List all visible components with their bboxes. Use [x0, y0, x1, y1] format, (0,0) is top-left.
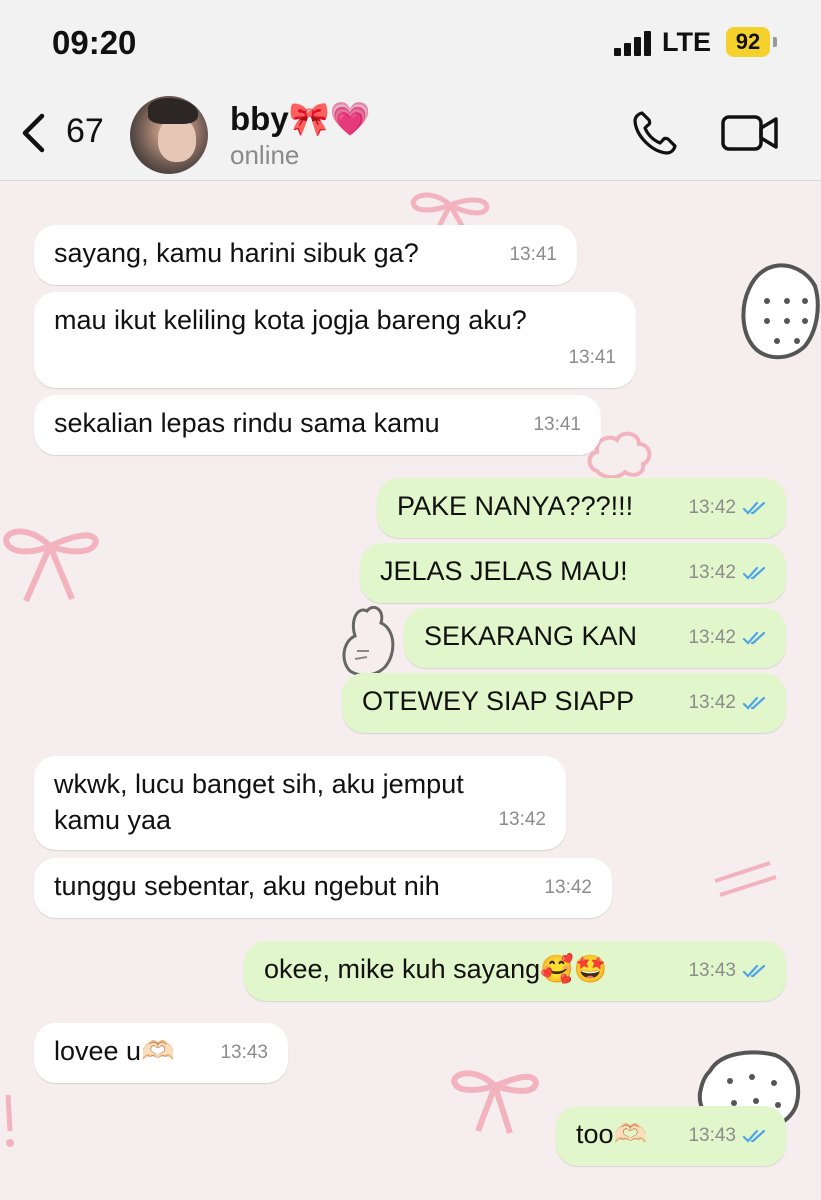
contact-name[interactable]: bby🎀💗 [230, 100, 371, 139]
message-text: lovee u🫶🏻 [54, 1036, 175, 1066]
status-time: 09:20 [52, 24, 137, 61]
contact-status: online [230, 140, 300, 170]
message-text: sayang, kamu harini sibuk ga? [54, 238, 419, 268]
message-time: 13:42 [688, 692, 736, 713]
double-check-icon [742, 696, 766, 710]
double-check-icon [742, 501, 766, 515]
star-decoration-icon [5, 1094, 14, 1147]
message-text: tunggu sebentar, aku ngebut nih [54, 871, 440, 901]
message-outgoing[interactable]: too🫶🏻 13:43 [556, 1106, 786, 1166]
message-incoming[interactable]: wkwk, lucu banget sih, aku jemput kamu y… [34, 756, 566, 850]
message-text: sekalian lepas rindu sama kamu [54, 408, 440, 438]
message-time: 13:42 [544, 877, 592, 898]
message-time: 13:43 [688, 960, 736, 981]
message-incoming[interactable]: mau ikut keliling kota jogja bareng aku?… [34, 292, 636, 388]
message-time: 13:42 [688, 497, 736, 518]
message-incoming[interactable]: lovee u🫶🏻 13:43 [34, 1023, 288, 1083]
avatar[interactable] [130, 96, 208, 174]
message-time: 13:41 [509, 244, 557, 265]
battery-icon: 92 [726, 27, 770, 57]
message-outgoing[interactable]: PAKE NANYA???!!! 13:42 [377, 478, 786, 538]
message-text: mau ikut keliling kota jogja bareng aku? [54, 305, 527, 335]
message-time: 13:43 [220, 1042, 268, 1063]
battery-tip [773, 37, 777, 47]
message-text: SEKARANG KAN [424, 621, 638, 651]
message-outgoing[interactable]: JELAS JELAS MAU! 13:42 [360, 543, 786, 603]
message-time: 13:43 [688, 1125, 736, 1146]
chat-header: 67 bby🎀💗 online [0, 92, 821, 181]
video-camera-icon[interactable] [720, 112, 780, 154]
message-text-line: kamu yaa [54, 805, 172, 835]
cookie-decoration-icon [741, 263, 820, 360]
message-incoming[interactable]: sayang, kamu harini sibuk ga? 13:41 [34, 225, 577, 285]
message-text: okee, mike kuh sayang🥰🤩 [264, 954, 608, 984]
message-text: PAKE NANYA???!!! [397, 491, 634, 521]
message-incoming[interactable]: tunggu sebentar, aku ngebut nih 13:42 [34, 858, 612, 918]
bow-decoration-icon [2, 528, 100, 603]
message-text: JELAS JELAS MAU! [380, 556, 628, 586]
back-chevron-icon[interactable] [16, 110, 52, 156]
message-text: too🫶🏻 [576, 1119, 648, 1149]
message-outgoing[interactable]: okee, mike kuh sayang🥰🤩 13:43 [244, 941, 786, 1001]
message-time: 13:41 [568, 347, 616, 368]
double-check-icon [742, 1129, 766, 1143]
message-incoming[interactable]: sekalian lepas rindu sama kamu 13:41 [34, 395, 601, 455]
double-check-icon [742, 566, 766, 580]
message-text-line: wkwk, lucu banget sih, aku jemput [54, 769, 464, 799]
signal-icon [614, 30, 654, 56]
status-bar: 09:20 LTE 92 [0, 0, 821, 92]
message-time: 13:42 [688, 627, 736, 648]
bow-decoration-icon [450, 1070, 540, 1134]
double-check-icon [742, 631, 766, 645]
unread-count[interactable]: 67 [66, 112, 104, 151]
chat-area[interactable]: sayang, kamu harini sibuk ga? 13:41 mau … [0, 181, 821, 1200]
message-outgoing[interactable]: SEKARANG KAN 13:42 [404, 608, 786, 668]
phone-icon[interactable] [630, 108, 680, 158]
double-check-icon [742, 964, 766, 978]
message-time: 13:41 [533, 414, 581, 435]
message-text: OTEWEY SIAP SIAPP [362, 686, 635, 716]
network-type: LTE [662, 27, 711, 57]
message-outgoing[interactable]: OTEWEY SIAP SIAPP 13:42 [342, 673, 786, 733]
bunny-decoration-icon [342, 606, 395, 677]
lines-decoration-icon [714, 861, 777, 897]
message-time: 13:42 [498, 809, 546, 830]
message-time: 13:42 [688, 562, 736, 583]
